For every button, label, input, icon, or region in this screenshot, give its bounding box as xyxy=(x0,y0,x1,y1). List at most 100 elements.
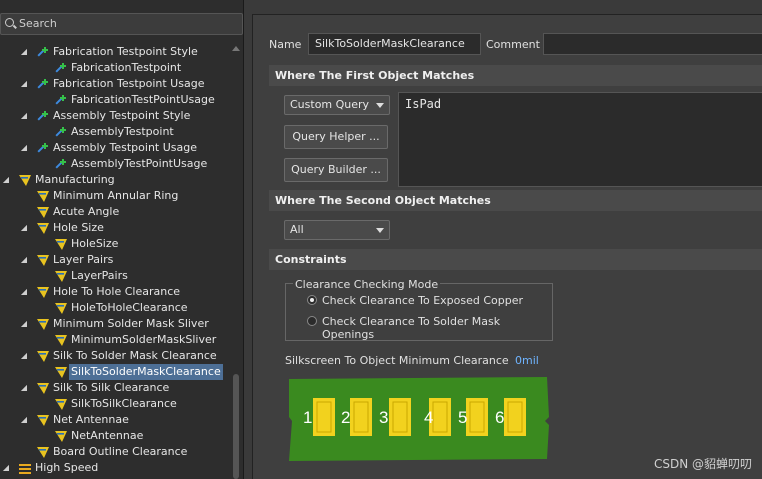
search-box[interactable]: Search xyxy=(0,13,243,35)
radio-exposed-copper-label[interactable]: Check Clearance To Exposed Copper xyxy=(322,294,523,307)
tree-item[interactable]: Board Outline Clearance xyxy=(0,444,230,460)
tree-item-label: HoleToHoleClearance xyxy=(71,301,188,314)
min-clearance-label: Silkscreen To Object Minimum Clearance xyxy=(285,354,509,367)
tree-item[interactable]: MinimumSolderMaskSliver xyxy=(0,332,230,348)
rule-editor-panel: Name SilkToSolderMaskClearance Comment W… xyxy=(252,14,762,479)
tree-item[interactable]: ◢ Silk To Solder Mask Clearance xyxy=(0,348,230,364)
search-input[interactable]: Search xyxy=(19,17,57,30)
expand-arrow-icon[interactable]: ◢ xyxy=(19,44,29,60)
comment-label: Comment xyxy=(486,38,540,51)
radio-solder-mask-openings-label[interactable]: Check Clearance To Solder Mask Openings xyxy=(322,315,552,341)
tree-item[interactable]: ◢ Net Antennae xyxy=(0,412,230,428)
tree-item[interactable]: ◢ Assembly Testpoint Usage xyxy=(0,140,230,156)
manufacturing-rule-icon xyxy=(36,318,50,331)
manufacturing-rule-icon xyxy=(36,190,50,203)
tree-item[interactable]: ◢ Silk To Silk Clearance xyxy=(0,380,230,396)
tree-item[interactable]: HoleToHoleClearance xyxy=(0,300,230,316)
tree-item-label: High Speed xyxy=(35,461,99,474)
tree-item-label: SilkToSolderMaskClearance xyxy=(69,364,223,380)
first-match-header: Where The First Object Matches xyxy=(269,65,762,86)
expand-arrow-icon[interactable]: ◢ xyxy=(19,220,29,236)
testpoint-rule-icon xyxy=(54,62,68,75)
pad xyxy=(350,398,372,436)
tree-item[interactable]: SilkToSilkClearance xyxy=(0,396,230,412)
tree-item[interactable]: ◢ High Speed xyxy=(0,460,230,476)
tree-item[interactable]: Minimum Annular Ring xyxy=(0,188,230,204)
scrollbar-thumb[interactable] xyxy=(233,374,239,479)
testpoint-rule-icon xyxy=(54,158,68,171)
tree-item[interactable]: FabricationTestpoint xyxy=(0,60,230,76)
tree-item[interactable]: ◢ Fabrication Testpoint Usage xyxy=(0,76,230,92)
manufacturing-rule-icon xyxy=(54,270,68,283)
tree-scrollbar[interactable] xyxy=(230,44,243,479)
min-clearance-value[interactable]: 0mil xyxy=(515,354,539,367)
testpoint-rule-icon xyxy=(36,78,50,91)
name-label: Name xyxy=(269,38,302,51)
watermark: CSDN @貂蝉叨叨 xyxy=(653,457,752,471)
tree-item-label: Silk To Solder Mask Clearance xyxy=(53,349,217,362)
tree-item[interactable]: AssemblyTestPointUsage xyxy=(0,156,230,172)
expand-arrow-icon[interactable]: ◢ xyxy=(19,252,29,268)
clearance-mode-group: Clearance Checking Mode Check Clearance … xyxy=(285,278,553,341)
expand-arrow-icon[interactable]: ◢ xyxy=(19,76,29,92)
tree-item-label: HoleSize xyxy=(71,237,119,250)
expand-arrow-icon[interactable]: ◢ xyxy=(19,348,29,364)
tree-item[interactable]: ◢ Assembly Testpoint Style xyxy=(0,108,230,124)
testpoint-rule-icon xyxy=(36,110,50,123)
expand-arrow-icon[interactable]: ◢ xyxy=(19,108,29,124)
pad-number: 4 xyxy=(424,408,433,427)
clearance-diagram: 1 2 3 4 5 6 xyxy=(289,377,549,461)
tree-item-label: Assembly Testpoint Usage xyxy=(53,141,197,154)
pad xyxy=(389,398,411,436)
tree-item[interactable]: AssemblyTestpoint xyxy=(0,124,230,140)
testpoint-rule-icon xyxy=(54,126,68,139)
tree-item[interactable]: NetAntennae xyxy=(0,428,230,444)
tree-item-label: Acute Angle xyxy=(53,205,120,218)
second-match-select[interactable]: All xyxy=(284,220,390,240)
query-helper-button[interactable]: Query Helper ... xyxy=(284,125,388,149)
tree-item-label: SilkToSilkClearance xyxy=(71,397,177,410)
search-icon xyxy=(5,18,14,27)
tree-item-label: Layer Pairs xyxy=(53,253,114,266)
name-field[interactable]: SilkToSolderMaskClearance xyxy=(308,33,481,55)
tree-item[interactable]: LayerPairs xyxy=(0,268,230,284)
manufacturing-rule-icon xyxy=(36,350,50,363)
tree-item[interactable]: SilkToSolderMaskClearance xyxy=(0,364,230,380)
comment-field[interactable] xyxy=(543,33,762,55)
tree-item[interactable]: Acute Angle xyxy=(0,204,230,220)
expand-arrow-icon[interactable]: ◢ xyxy=(19,316,29,332)
tree-item[interactable]: ◢ Layer Pairs xyxy=(0,252,230,268)
tree-item-label: FabricationTestPointUsage xyxy=(71,93,215,106)
expand-arrow-icon[interactable]: ◢ xyxy=(1,460,11,476)
tree-item-label: Fabrication Testpoint Usage xyxy=(53,77,205,90)
query-builder-button[interactable]: Query Builder ... xyxy=(284,158,388,182)
tree-item-label: Net Antennae xyxy=(53,413,129,426)
radio-solder-mask-openings[interactable] xyxy=(307,316,317,326)
tree-item-label: Fabrication Testpoint Style xyxy=(53,45,198,58)
tree-item[interactable]: ◢ Minimum Solder Mask Sliver xyxy=(0,316,230,332)
expand-arrow-icon[interactable]: ◢ xyxy=(19,140,29,156)
radio-exposed-copper[interactable] xyxy=(307,295,317,305)
query-editor[interactable]: IsPad xyxy=(398,92,762,187)
expand-arrow-icon[interactable]: ◢ xyxy=(19,284,29,300)
tree-item-label: Minimum Annular Ring xyxy=(53,189,179,202)
expand-arrow-icon[interactable]: ◢ xyxy=(19,412,29,428)
tree-item[interactable]: ◢ Hole Size xyxy=(0,220,230,236)
first-match-select[interactable]: Custom Query xyxy=(284,95,390,115)
tree-item[interactable]: FabricationTestPointUsage xyxy=(0,92,230,108)
tree-item-label: AssemblyTestpoint xyxy=(71,125,174,138)
rule-tree-panel: Search ◢ Fabrication Testpoint Style Fabri… xyxy=(0,0,244,479)
expand-arrow-icon[interactable]: ◢ xyxy=(19,380,29,396)
tree-item-label: Silk To Silk Clearance xyxy=(53,381,170,394)
tree-item[interactable]: ◢ Fabrication Testpoint Style xyxy=(0,44,230,60)
manufacturing-rule-icon xyxy=(54,398,68,411)
tree-item[interactable]: ◢ Manufacturing xyxy=(0,172,230,188)
tree-item[interactable]: HoleSize xyxy=(0,236,230,252)
manufacturing-rule-icon xyxy=(36,206,50,219)
pad-number: 1 xyxy=(303,408,312,427)
pad-number: 3 xyxy=(379,408,388,427)
scroll-up-icon[interactable] xyxy=(232,46,240,51)
expand-arrow-icon[interactable]: ◢ xyxy=(1,172,11,188)
clearance-mode-title: Clearance Checking Mode xyxy=(293,278,441,291)
tree-item[interactable]: ◢ Hole To Hole Clearance xyxy=(0,284,230,300)
